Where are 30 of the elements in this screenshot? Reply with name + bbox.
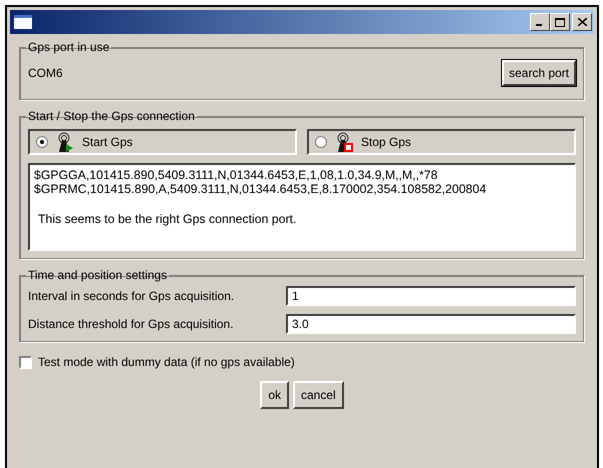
field-label: Distance threshold for Gps acquisition.	[28, 317, 234, 331]
option-label: Stop Gps	[361, 135, 412, 149]
option-label: Start Gps	[82, 135, 133, 149]
ok-button[interactable]: ok	[260, 381, 289, 409]
antenna-play-icon	[56, 132, 74, 152]
radio-button[interactable]	[315, 136, 327, 148]
antenna-stop-icon	[335, 132, 353, 152]
group-title: Start / Stop the Gps connection	[27, 109, 196, 123]
window-icon	[14, 15, 32, 29]
port-name: COM6	[28, 66, 63, 80]
maximize-icon	[555, 18, 565, 26]
maximize-button[interactable]	[550, 13, 570, 31]
close-button[interactable]	[572, 13, 592, 31]
minimize-button[interactable]	[530, 13, 550, 31]
checkbox-label: Test mode with dummy data (if no gps available)	[38, 355, 295, 369]
group-title: Gps port in use	[27, 40, 110, 54]
field-label: Interval in seconds for Gps acquisition.	[28, 289, 236, 303]
status-message: This seems to be the right Gps connection port.	[38, 212, 298, 226]
input-field[interactable]: 3.0	[286, 314, 576, 334]
log-line: $GPGGA,101415.890,5409.3111,N,01344.6453,E,1,08,1.0,34.9,M,,M,,*78	[34, 168, 439, 182]
group-title: Time and position settings	[27, 268, 168, 282]
close-icon	[578, 18, 586, 26]
cancel-button[interactable]: cancel	[293, 381, 344, 409]
checkbox[interactable]	[19, 356, 32, 368]
radio-option[interactable]: Stop Gps	[307, 129, 576, 155]
radio-option[interactable]: Start Gps	[28, 129, 297, 155]
input-field[interactable]: 1	[286, 286, 576, 306]
log-line: $GPRMC,101415.890,A,5409.3111,N,01344.6453,E,8.170002,354.108582,200804	[34, 182, 488, 196]
search-port-button[interactable]: search port	[502, 60, 576, 86]
radio-button[interactable]	[36, 136, 48, 148]
